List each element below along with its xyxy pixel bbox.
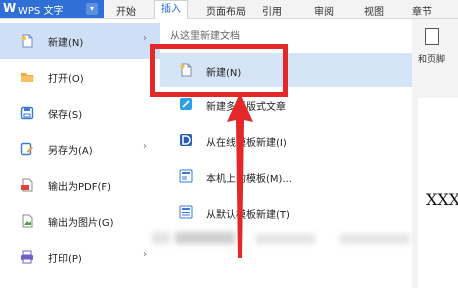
menu-item-label: 保存(S) — [48, 110, 83, 121]
menu-item-export-pdf[interactable]: 输出为PDF(F) — [0, 167, 160, 203]
menu-item-open[interactable]: 打开(O) — [0, 59, 160, 95]
menu-item-save[interactable]: 保存(S) — [0, 95, 160, 131]
submenu-header: 从这里新建文档 — [170, 31, 240, 42]
header-footer-icon[interactable] — [425, 28, 439, 45]
menu-item-new[interactable]: 新建(N) › — [0, 23, 160, 59]
menu-item-export-image[interactable]: 输出为图片(G) — [0, 203, 160, 239]
tab-insert[interactable]: 插入 — [154, 0, 188, 19]
tab-chapter[interactable]: 章节 — [412, 3, 432, 18]
folder-open-icon — [21, 73, 34, 82]
tab-references[interactable]: 引用 — [262, 3, 282, 18]
menu-item-label: 打开(O) — [48, 74, 84, 85]
menu-item-label: 输出为PDF(F) — [48, 182, 112, 193]
menu-item-print[interactable]: 打印(P) › — [0, 239, 160, 275]
red-highlight-box — [150, 44, 288, 97]
app-name: WPS 文字 — [18, 6, 64, 17]
chevron-right-icon: › — [143, 141, 147, 152]
local-template-icon — [179, 169, 193, 183]
red-arrow-annotation — [227, 93, 253, 258]
tab-view[interactable]: 视图 — [364, 3, 384, 18]
save-icon — [20, 106, 34, 120]
submenu-item-online-template[interactable]: 从在线模板新建(I) — [160, 123, 412, 157]
save-as-icon — [20, 142, 33, 156]
wps-logo-icon: W — [3, 1, 17, 15]
header-footer-label: 和页脚 — [418, 55, 446, 65]
chevron-right-icon: › — [143, 33, 147, 44]
menu-item-label: 打印(P) — [48, 254, 82, 265]
tab-home[interactable]: 开始 — [116, 3, 136, 18]
new-document-icon — [22, 34, 33, 48]
default-template-icon — [179, 205, 193, 219]
submenu-item-local-template[interactable]: 本机上的模板(M)... — [160, 159, 412, 193]
menu-item-label: 输出为图片(G) — [48, 218, 114, 229]
blur-patch — [340, 234, 410, 244]
pdf-export-icon — [21, 178, 33, 192]
tab-review[interactable]: 审阅 — [314, 3, 334, 18]
menu-item-label: 另存为(A) — [48, 146, 93, 157]
chevron-right-icon: › — [143, 249, 147, 260]
file-menu: 新建(N) › 打开(O) 保存(S) 另存为(A) › 输出为PDF(F) 输… — [0, 19, 161, 288]
wps-app-menu-button[interactable]: W WPS 文字 ▾ — [0, 0, 104, 18]
blur-patch — [152, 232, 170, 244]
menu-item-save-as[interactable]: 另存为(A) › — [0, 131, 160, 167]
menu-item-label: 新建(N) — [48, 38, 84, 49]
online-template-icon — [180, 134, 192, 146]
submenu-item-default-template[interactable]: 从默认模板新建(T) — [160, 195, 412, 229]
chevron-down-icon[interactable]: ▾ — [86, 3, 98, 15]
blur-patch — [255, 234, 315, 244]
image-export-icon — [22, 214, 33, 228]
tab-page-layout[interactable]: 页面布局 — [206, 3, 246, 18]
colorful-layout-icon — [180, 98, 192, 110]
document-text: XXX — [426, 190, 458, 209]
printer-icon — [21, 250, 33, 264]
ribbon: W WPS 文字 ▾ 开始 插入 页面布局 引用 审阅 视图 章节 — [0, 0, 458, 19]
